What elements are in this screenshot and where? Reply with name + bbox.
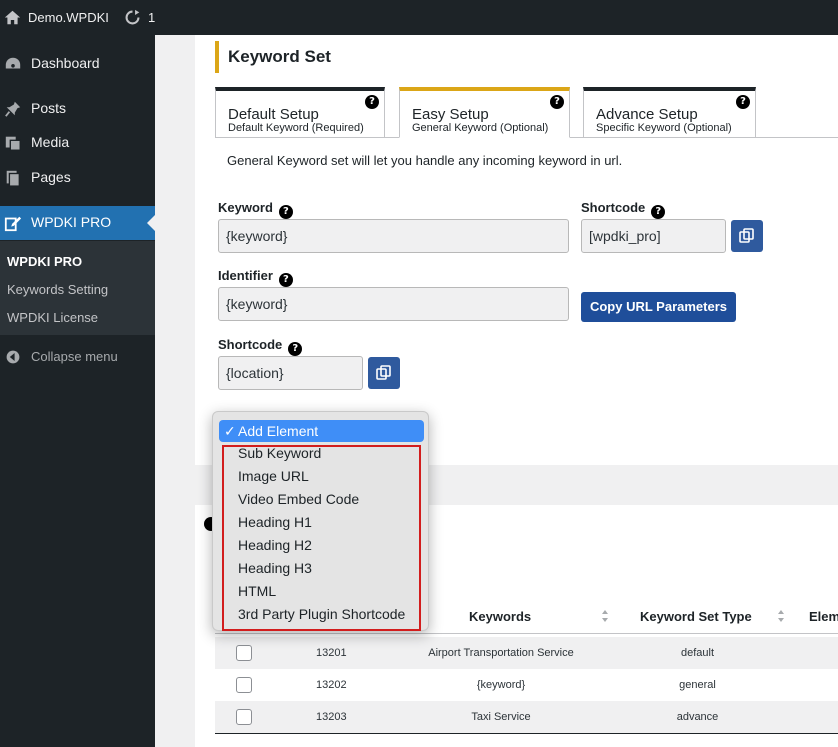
help-icon[interactable]: ? [736, 95, 750, 109]
column-keyword-set-type[interactable]: Keyword Set Type [640, 609, 752, 624]
keyword-set-card: Keyword Set Default Setup Default Keywor… [195, 35, 838, 465]
menu-label: Media [31, 134, 70, 150]
copy-shortcode-button[interactable] [731, 220, 763, 252]
tab-title: Default Setup [228, 106, 319, 123]
keyword-label: Keyword? [218, 200, 293, 219]
row-checkbox[interactable] [236, 677, 252, 693]
tab-title: Easy Setup [412, 106, 489, 123]
row-type: advance [676, 711, 719, 723]
tab-subtitle: Default Keyword (Required) [228, 122, 364, 134]
menu-item-posts[interactable]: Posts [0, 92, 155, 126]
dropdown-selected-option[interactable]: ✓ Add Element [219, 420, 424, 442]
shortcode-location-label-text: Shortcode [218, 337, 283, 352]
menu-item-dashboard[interactable]: Dashboard [0, 47, 155, 81]
table-row: 13202 {keyword} general [215, 669, 838, 701]
selected-option-label: Add Element [238, 423, 319, 439]
copy-location-button[interactable] [368, 357, 400, 389]
row-keyword: {keyword} [476, 679, 526, 691]
tab-advance-setup[interactable]: Advance Setup Specific Keyword (Optional… [583, 87, 756, 138]
menu-label: Posts [31, 100, 67, 116]
card-title: Keyword Set [215, 41, 331, 73]
collapse-menu-button[interactable]: Collapse menu [0, 343, 155, 371]
column-keywords[interactable]: Keywords [469, 609, 531, 624]
plugin-edit-icon [4, 216, 22, 232]
help-icon[interactable]: ? [651, 205, 666, 219]
wpdki-submenu: WPDKI PRO Keywords Setting WPDKI License [0, 241, 155, 335]
table-row: 13203 Taxi Service advance [215, 701, 838, 733]
home-icon[interactable] [4, 9, 21, 26]
row-id: 13203 [316, 711, 347, 723]
highlight-box [222, 445, 421, 631]
row-id: 13201 [316, 647, 347, 659]
identifier-label: Identifier? [218, 268, 293, 287]
media-icon [5, 136, 21, 151]
help-icon[interactable]: ? [278, 205, 293, 219]
identifier-input[interactable]: {keyword} [218, 287, 569, 321]
sort-icon[interactable] [777, 608, 785, 624]
help-icon[interactable]: ? [288, 342, 303, 356]
collapse-icon [6, 350, 20, 364]
shortcode-location-label: Shortcode? [218, 337, 303, 356]
row-type: default [680, 647, 715, 659]
table-bottom-border [215, 733, 838, 734]
collapse-label: Collapse menu [31, 349, 118, 364]
shortcode-input[interactable]: [wpdki_pro] [581, 219, 726, 253]
identifier-label-text: Identifier [218, 268, 273, 283]
submenu-item-wpdki-pro[interactable]: WPDKI PRO [7, 254, 82, 269]
submenu-item-wpdki-license[interactable]: WPDKI License [7, 310, 98, 325]
tab-default-setup[interactable]: Default Setup Default Keyword (Required)… [215, 87, 385, 138]
column-elements[interactable]: Elem [809, 609, 838, 624]
tab-subtitle: General Keyword (Optional) [412, 122, 549, 134]
shortcode-label: Shortcode? [581, 200, 666, 219]
menu-item-wpdki-pro[interactable]: WPDKI PRO [0, 206, 155, 240]
row-id: 13202 [316, 679, 347, 691]
menu-label: WPDKI PRO [31, 214, 112, 230]
updates-count[interactable]: 1 [148, 10, 155, 25]
keyword-label-text: Keyword [218, 200, 273, 215]
tab-subtitle: Specific Keyword (Optional) [596, 122, 732, 134]
help-icon[interactable]: ? [278, 273, 293, 287]
checkmark-icon: ✓ [224, 423, 236, 439]
add-element-dropdown[interactable]: ✓ Add Element Sub Keyword Image URL Video… [212, 411, 429, 631]
row-type: general [679, 679, 716, 691]
row-checkbox[interactable] [236, 645, 252, 661]
site-name-link[interactable]: Demo.WPDKI [28, 10, 109, 25]
shortcode-location-input[interactable]: {location} [218, 356, 363, 390]
admin-bar: Demo.WPDKI 1 [0, 0, 838, 35]
sort-icon[interactable] [601, 608, 609, 624]
admin-sidebar: Dashboard Posts Media Pages WPDKI PRO WP… [0, 35, 155, 747]
copy-icon [739, 228, 754, 243]
tab-title: Advance Setup [596, 106, 698, 123]
refresh-icon[interactable] [124, 9, 141, 26]
row-keyword: Airport Transportation Service [428, 647, 574, 659]
table-row: 13201 Airport Transportation Service def… [215, 637, 838, 669]
help-icon[interactable]: ? [365, 95, 379, 109]
copy-icon [376, 365, 391, 380]
shortcode-label-text: Shortcode [581, 200, 646, 215]
dashboard-icon [5, 57, 21, 69]
pages-icon [6, 170, 20, 187]
row-checkbox[interactable] [236, 709, 252, 725]
tab-description: General Keyword set will let you handle … [227, 153, 623, 168]
menu-label: Pages [31, 169, 71, 185]
menu-item-media[interactable]: Media [0, 126, 155, 160]
tab-easy-setup[interactable]: Easy Setup General Keyword (Optional) ? [399, 87, 570, 138]
pin-icon [5, 101, 21, 117]
menu-label: Dashboard [31, 55, 100, 71]
keyword-input[interactable]: {keyword} [218, 219, 569, 253]
menu-item-pages[interactable]: Pages [0, 161, 155, 195]
help-icon[interactable]: ? [550, 95, 564, 109]
copy-url-parameters-button[interactable]: Copy URL Parameters [581, 292, 736, 322]
row-keyword: Taxi Service [471, 711, 531, 723]
submenu-item-keywords-setting[interactable]: Keywords Setting [7, 282, 108, 297]
